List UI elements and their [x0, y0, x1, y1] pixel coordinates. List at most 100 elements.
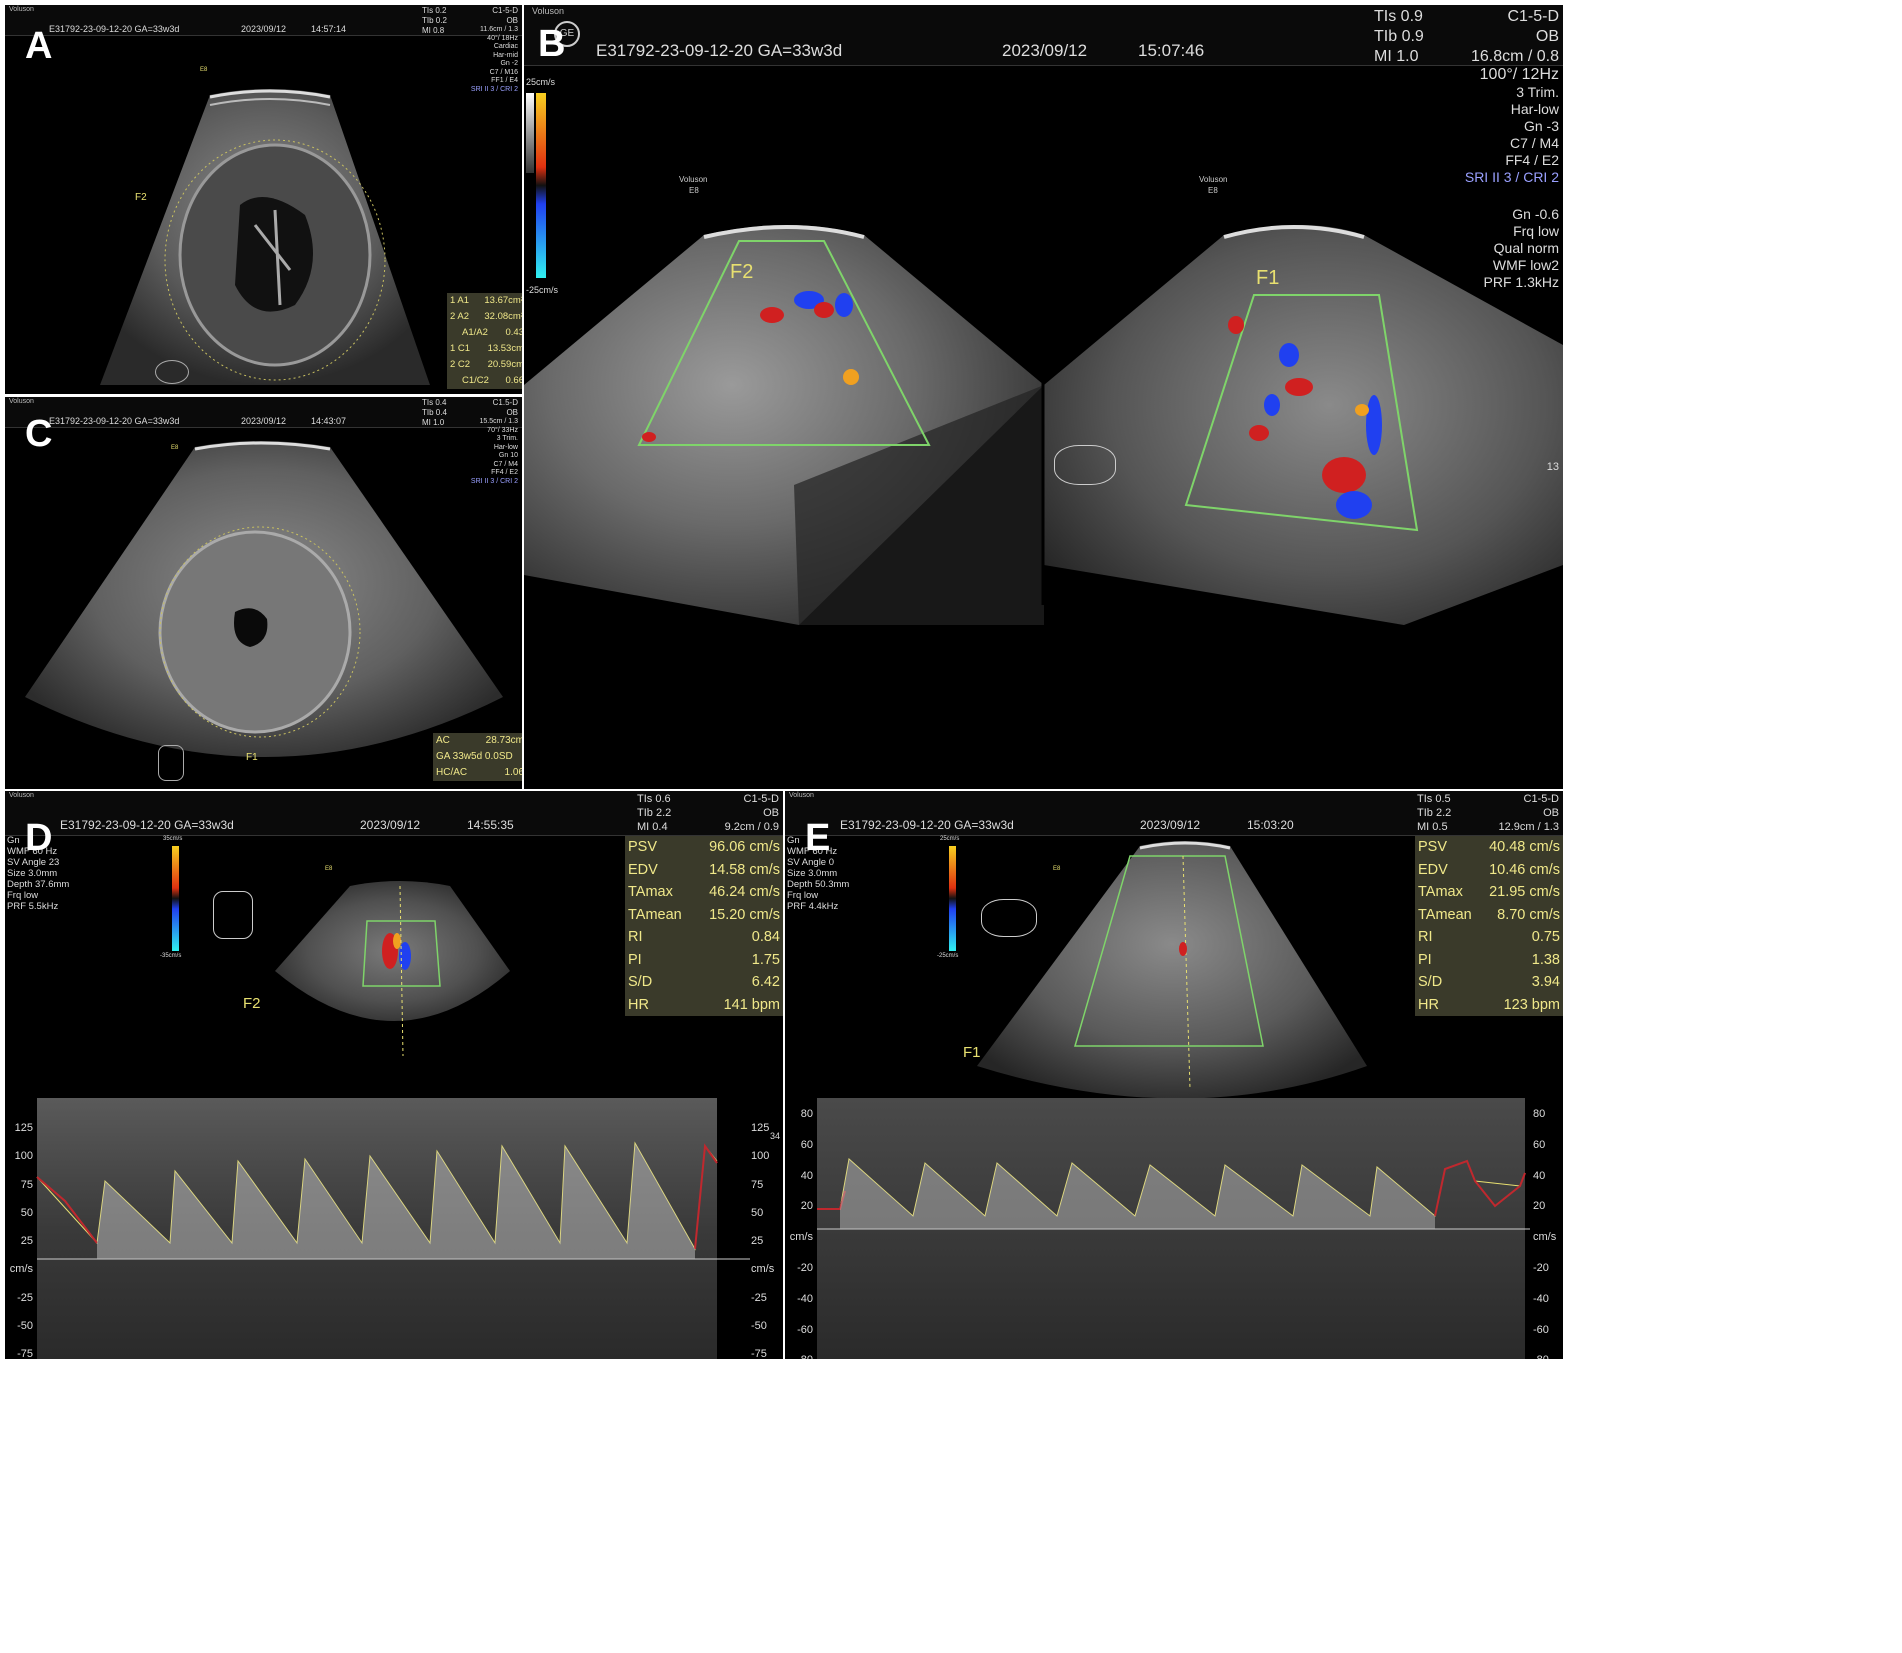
measurement-row: 2 A2 32.08cm²	[450, 311, 522, 322]
y-tick: 40	[1533, 1169, 1546, 1182]
panel-d-side-mark: 34	[770, 1131, 781, 1141]
panel-c-image	[25, 441, 503, 757]
measurement-row: A1/A2 0.43	[462, 327, 522, 338]
measurement-row: TAmean 15.20 cm/s	[628, 906, 780, 923]
measurement-row: PI 1.75	[628, 951, 780, 968]
y-tick: 60	[800, 1138, 813, 1151]
y-tick: -60	[1533, 1323, 1549, 1336]
y-tick: cm/s	[9, 1263, 33, 1276]
y-tick: -50	[751, 1320, 767, 1333]
panel-d-y-axis-left: 125 100 75 50 25 cm/s -25 -50 -75	[7, 1114, 33, 1359]
panel-b-label-left: F2	[730, 261, 754, 283]
panel-d: Voluson E31792-23-09-12-20 GA=33w3d 2023…	[5, 791, 783, 1359]
measurement-row: EDV 10.46 cm/s	[1418, 861, 1560, 878]
y-tick: -50	[17, 1320, 33, 1333]
y-tick: 75	[20, 1178, 33, 1191]
y-tick: -80	[787, 1345, 813, 1359]
y-tick: 25	[20, 1235, 33, 1248]
y-tick: 60	[1533, 1138, 1546, 1151]
y-tick: -75	[751, 1348, 767, 1359]
measurement-row: 1 A1 13.67cm²	[450, 295, 522, 306]
panel-d-letter: D	[25, 817, 53, 859]
panel-b-logo-brand-left: Voluson	[679, 175, 708, 184]
panel-e-y-axis-left: 80 60 40 20 cm/s -20 -40 -60 -80	[787, 1099, 813, 1359]
measurement-row: EDV 14.58 cm/s	[628, 861, 780, 878]
measurement-row: GA 33w5d 0.0SD	[436, 751, 513, 762]
measurement-row: TAmean 8.70 cm/s	[1418, 906, 1560, 923]
panel-d-measurements: PSV 96.06 cm/s EDV 14.58 cm/s TAmax 46.24 c…	[625, 836, 783, 1016]
measurement-row: 1 C1 13.53cm	[450, 343, 522, 354]
measurement-row: HR 141 bpm	[628, 996, 780, 1013]
body-marker-icon	[158, 745, 184, 781]
y-tick: 50	[20, 1206, 33, 1219]
y-tick: 40	[800, 1169, 813, 1182]
y-tick: -25	[17, 1291, 33, 1304]
measurement-row: PSV 96.06 cm/s	[628, 839, 780, 855]
y-tick: -40	[797, 1292, 813, 1305]
measurement-row: S/D 3.94	[1418, 974, 1560, 990]
panel-b-letter: B	[538, 23, 566, 65]
panel-c-logo-model: E8	[171, 445, 179, 451]
panel-e: Voluson E31792-23-09-12-20 GA=33w3d 2023…	[785, 791, 1563, 1359]
y-tick: -20	[797, 1261, 813, 1274]
measurement-row: AC 28.73cm	[436, 735, 522, 746]
panel-a-logo-model: E8	[200, 67, 208, 73]
y-tick: cm/s	[1533, 1231, 1557, 1244]
y-tick: -40	[1533, 1292, 1549, 1305]
panel-a-image	[100, 89, 430, 385]
y-tick: 125	[14, 1122, 33, 1134]
y-tick: -25	[751, 1291, 767, 1304]
panel-d-logo-model: E8	[325, 866, 333, 872]
measurement-row: 2 C2 20.59cm	[450, 359, 522, 370]
measurement-row: PSV 40.48 cm/s	[1418, 839, 1560, 855]
y-tick: -80	[1533, 1345, 1561, 1359]
panel-b-depth-mark: 13	[1546, 461, 1559, 473]
panel-d-label: F2	[243, 995, 261, 1012]
measurement-row: TAmax 21.95 cm/s	[1418, 884, 1560, 900]
panel-b-logo-brand-right: Voluson	[1199, 175, 1228, 184]
panel-c-label: F1	[246, 752, 258, 763]
y-tick: 50	[751, 1206, 764, 1219]
measurement-row: RI 0.75	[1418, 929, 1560, 945]
y-tick: 20	[1533, 1200, 1546, 1213]
y-tick: 80	[1533, 1108, 1546, 1120]
y-tick: 100	[751, 1150, 770, 1163]
panel-d-y-axis-right: 125 100 75 50 25 cm/s -25 -50 -75	[751, 1114, 781, 1359]
panel-e-letter: E	[805, 817, 831, 859]
measurement-row: TAmax 46.24 cm/s	[628, 884, 780, 900]
panel-a-letter: A	[25, 25, 53, 67]
y-tick: 20	[800, 1200, 813, 1213]
y-tick: 25	[751, 1235, 764, 1248]
panel-e-label: F1	[963, 1044, 981, 1061]
y-tick: -20	[1533, 1261, 1549, 1274]
panel-e-measurements: PSV 40.48 cm/s EDV 10.46 cm/s TAmax 21.95 c…	[1415, 836, 1563, 1016]
measurement-row: PI 1.38	[1418, 951, 1560, 968]
panel-a-label: F2	[135, 192, 147, 203]
measurement-row: HC/AC 1.06	[436, 767, 522, 778]
y-tick: -60	[797, 1323, 813, 1336]
panel-b-label-right: F1	[1256, 267, 1280, 289]
measurement-row: C1/C2 0.66	[462, 375, 522, 386]
panel-b-logo-model-right: E8	[1208, 186, 1218, 195]
panel-b-image	[524, 225, 1563, 625]
y-tick: cm/s	[751, 1263, 775, 1276]
y-tick: 100	[14, 1150, 33, 1163]
measurement-row: S/D 6.42	[628, 974, 780, 990]
panel-a-measurements: 1 A1 13.67cm² 2 A2 32.08cm² A1/A2 0.43 1 C1…	[447, 293, 522, 389]
y-tick: -75	[17, 1348, 33, 1359]
panel-c-letter: C	[25, 413, 53, 455]
fetal-heart-icon	[155, 360, 189, 384]
panel-b: Voluson GE E31792-23-09-12-20 GA=33w3d 2…	[524, 5, 1563, 789]
y-tick: 80	[800, 1108, 813, 1120]
panel-e-y-axis-right: 80 60 40 20 cm/s -20 -40 -60 -80	[1533, 1099, 1561, 1359]
y-tick: 75	[751, 1178, 764, 1191]
panel-a: Voluson E31792-23-09-12-20 GA=33w3d 2023…	[5, 5, 522, 394]
y-tick: cm/s	[789, 1231, 813, 1244]
panel-e-logo-model: E8	[1053, 866, 1061, 872]
measurement-row: RI 0.84	[628, 929, 780, 945]
fetal-heart-icon	[1054, 445, 1116, 485]
measurement-row: HR 123 bpm	[1418, 996, 1560, 1013]
panel-b-logo-model-left: E8	[689, 186, 699, 195]
panel-c-measurements: AC 28.73cm GA 33w5d 0.0SD HC/AC 1.06	[433, 733, 522, 781]
panel-c: Voluson E31792-23-09-12-20 GA=33w3d 2023…	[5, 397, 522, 789]
